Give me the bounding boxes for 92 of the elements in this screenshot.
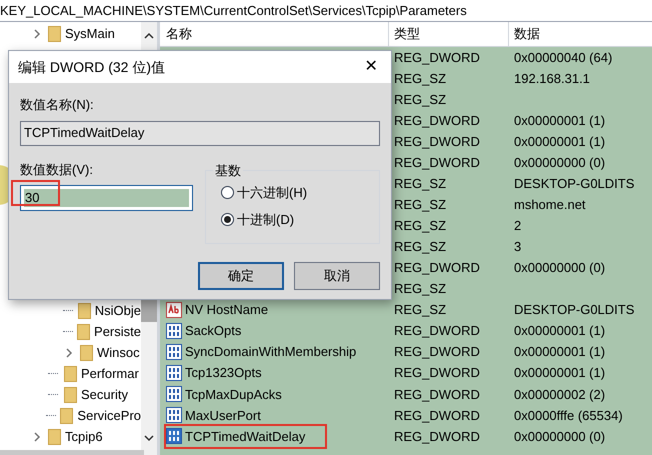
tree-item[interactable]: Security: [81, 384, 128, 404]
table-cell: 0x00000002 (2): [514, 386, 606, 402]
table-cell: REG_DWORD: [394, 323, 480, 338]
table-cell: 192.168.31.1: [514, 70, 590, 86]
table-row[interactable]: Tcp1323Opts REG_DWORD 0x00000001 (1): [160, 362, 652, 384]
radio-button[interactable]: [221, 213, 234, 226]
table-cell: 0x00000001 (1): [514, 365, 606, 380]
folder-icon: [80, 344, 93, 360]
tree-item[interactable]: Performar: [81, 364, 139, 384]
expand-chevron-icon[interactable]: [34, 432, 40, 442]
tree-item[interactable]: Persiste: [94, 322, 141, 342]
data-field[interactable]: 30: [20, 185, 193, 211]
value-name[interactable]: Tcp1323Opts: [185, 363, 262, 383]
tree-item[interactable]: Winsoc: [97, 342, 140, 362]
table-cell: REG_SZ: [394, 197, 446, 212]
folder-icon: [77, 324, 90, 340]
table-cell: DESKTOP-G0LDITS: [514, 302, 634, 318]
column-header[interactable]: 数据: [514, 24, 540, 44]
scroll-up-icon[interactable]: [144, 32, 154, 40]
column-header[interactable]: 名称: [166, 24, 192, 44]
table-cell: DESKTOP-G0LDITS: [514, 176, 634, 192]
expand-chevron-icon[interactable]: [66, 348, 72, 358]
table-cell: REG_DWORD: [394, 260, 480, 276]
radio-button[interactable]: [221, 186, 234, 199]
table-cell: REG_DWORD: [394, 134, 480, 149]
folder-icon: [64, 366, 77, 382]
name-field[interactable]: TCPTimedWaitDelay: [20, 120, 380, 146]
tree-row[interactable]: Performar: [0, 363, 141, 384]
table-cell: REG_SZ: [394, 70, 446, 86]
value-name[interactable]: SackOpts: [185, 321, 242, 341]
table-row[interactable]: SyncDomainWithMembership REG_DWORD 0x00000001 (1): [160, 342, 652, 363]
table-cell: 0x00000001 (1): [514, 134, 606, 149]
table-cell: REG_DWORD: [394, 408, 480, 423]
value-name[interactable]: TCPTimedWaitDelay: [185, 426, 306, 446]
table-cell: REG_SZ: [394, 92, 446, 107]
table-cell: REG_DWORD: [394, 428, 480, 444]
radio-label[interactable]: 十六进制(H): [237, 182, 308, 202]
tree-row[interactable]: Security: [0, 384, 141, 405]
field-label: 数值名称(N):: [20, 96, 94, 114]
table-cell: REG_DWORD: [394, 365, 480, 380]
radio-label[interactable]: 十进制(D): [237, 210, 294, 230]
table-row[interactable]: MaxUserPort REG_DWORD 0x0000fffe (65534): [160, 404, 652, 426]
expand-chevron-icon[interactable]: [34, 28, 40, 38]
tree-item[interactable]: Tcpip6: [65, 426, 103, 446]
scroll-down-icon[interactable]: [144, 434, 154, 442]
table-cell: REG_SZ: [394, 302, 446, 318]
table-cell: 0x00000001 (1): [514, 344, 606, 360]
table-cell: 0x00000001 (1): [514, 323, 606, 338]
table-cell: REG_SZ: [394, 281, 446, 296]
table-row[interactable]: SackOpts REG_DWORD 0x00000001 (1): [160, 320, 652, 342]
dialog-title: 编辑 DWORD (32 位)值: [18, 58, 165, 77]
column-header[interactable]: 类型: [394, 24, 420, 44]
table-cell: REG_DWORD: [394, 155, 480, 170]
value-name[interactable]: SyncDomainWithMembership: [185, 342, 356, 362]
tree-row[interactable]: Persiste: [0, 321, 141, 342]
value-name[interactable]: TcpMaxDupAcks: [185, 384, 282, 404]
folder-icon: [48, 26, 61, 42]
table-cell: 0x00000000 (0): [514, 155, 606, 170]
table-cell: 3: [514, 239, 522, 254]
tree-row[interactable]: NsiObje: [0, 300, 141, 321]
table-cell: 0x00000001 (1): [514, 112, 606, 128]
close-button[interactable]: ✕: [359, 55, 383, 79]
tree-item[interactable]: NsiObje: [94, 300, 141, 320]
folder-icon: [48, 428, 61, 444]
table-row[interactable]: NV HostName REG_SZ DESKTOP-G0LDITS: [160, 300, 652, 321]
table-cell: 0x0000fffe (65534): [514, 408, 623, 423]
tree-item[interactable]: ServicePro: [77, 406, 141, 426]
table-cell: REG_SZ: [394, 176, 446, 192]
horizontal-scrollbar[interactable]: [0, 450, 144, 455]
folder-icon: [60, 408, 74, 424]
table-cell: REG_DWORD: [394, 50, 480, 65]
dialog-button[interactable]: 确定: [198, 262, 284, 290]
table-cell: REG_DWORD: [394, 112, 480, 128]
table-row[interactable]: TcpMaxDupAcks REG_DWORD 0x00000002 (2): [160, 384, 652, 405]
folder-icon: [78, 302, 91, 318]
table-cell: REG_DWORD: [394, 386, 480, 402]
folder-icon: [64, 386, 77, 402]
field-label: 数值数据(V):: [20, 160, 93, 179]
tree-row[interactable]: ServicePro: [0, 405, 141, 426]
table-row[interactable]: TCPTimedWaitDelay REG_DWORD 0x00000000 (0): [160, 426, 652, 447]
table-cell: 0x00000000 (0): [514, 428, 606, 444]
value-name[interactable]: NV HostName: [185, 300, 268, 320]
tree-item[interactable]: SysMain: [65, 24, 115, 44]
table-cell: 0x00000000 (0): [514, 260, 606, 276]
dialog-button[interactable]: 取消: [294, 262, 380, 290]
table-cell: 2: [514, 218, 522, 234]
table-cell: REG_SZ: [394, 218, 446, 234]
table-cell: REG_SZ: [394, 239, 446, 254]
table-cell: mshome.net: [514, 197, 586, 212]
table-cell: 0x00000040 (64): [514, 50, 612, 65]
value-name[interactable]: MaxUserPort: [185, 406, 261, 426]
table-cell: REG_DWORD: [394, 344, 480, 360]
